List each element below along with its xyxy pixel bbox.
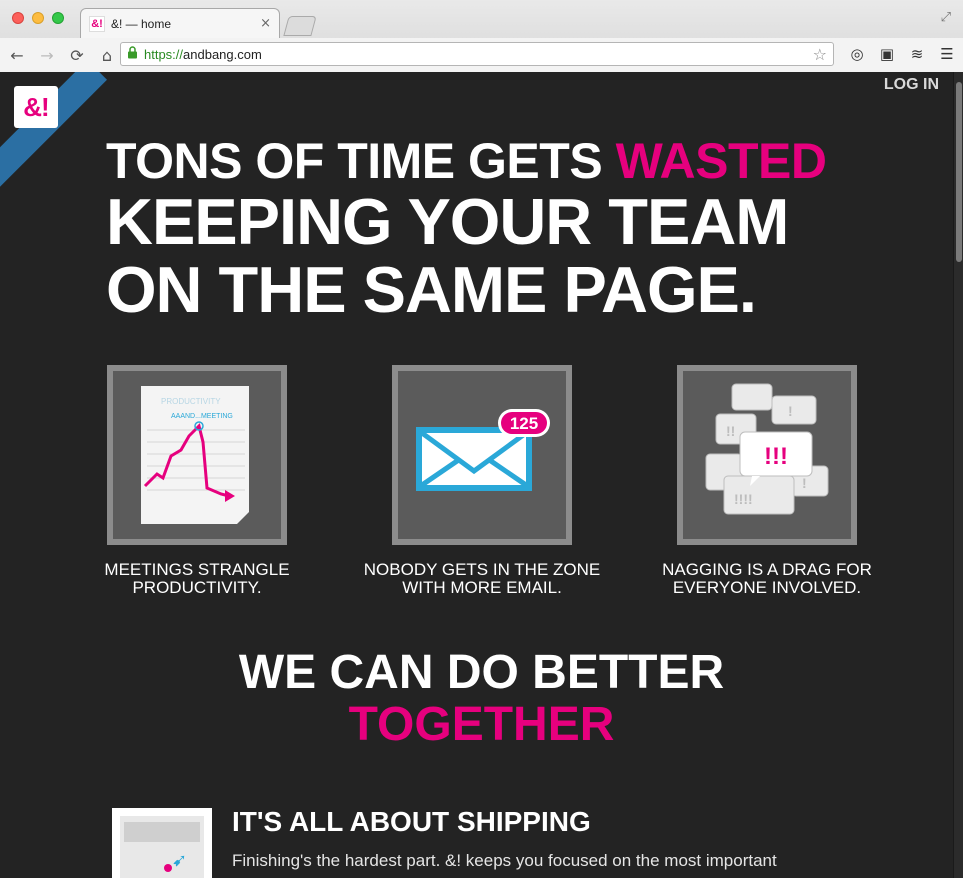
url-text: https://andbang.com [144, 46, 262, 62]
browser-toolbar: ← → ⟳ ⌂ https://andbang.com ☆ ◎ ▣ ≋ ☰ [0, 38, 963, 72]
andbang-logo[interactable]: &! [14, 86, 58, 128]
back-button[interactable]: ← [4, 42, 30, 68]
extension-icons: ◎ ▣ ≋ ☰ [847, 42, 957, 66]
reload-button[interactable]: ⟳ [64, 42, 90, 68]
hero-wasted-highlight: WASTED [615, 133, 827, 189]
login-link[interactable]: LOG IN [884, 76, 939, 94]
svg-text:!!!: !!! [764, 443, 788, 470]
forward-button[interactable]: → [34, 42, 60, 68]
extension-evernote-icon[interactable]: ▣ [877, 42, 897, 66]
page-content: &! LOG IN TONS OF TIME GETS WASTED KEEPI… [0, 72, 953, 878]
tab-title: &! — home [111, 16, 172, 31]
bookmark-star-icon[interactable]: ☆ [813, 45, 827, 64]
fullscreen-icon[interactable]: ⤢ [941, 10, 951, 25]
tagline-line-2: TOGETHER [348, 698, 615, 751]
svg-text:PRODUCTIVITY: PRODUCTIVITY [161, 397, 221, 406]
shipping-description: Finishing's the hardest part. &! keeps y… [232, 851, 777, 870]
menu-icon[interactable]: ☰ [937, 42, 957, 66]
close-window-button[interactable] [12, 12, 24, 24]
zoom-window-button[interactable] [52, 12, 64, 24]
hero-headline: TONS OF TIME GETS WASTED KEEPING YOUR TE… [106, 134, 866, 324]
tab-close-icon[interactable]: × [260, 16, 271, 31]
window-controls [12, 12, 64, 24]
tagline: WE CAN DO BETTER TOGETHER [0, 647, 953, 751]
svg-text:125: 125 [510, 414, 538, 433]
svg-text:!: ! [788, 403, 793, 419]
email-illustration: 125 [392, 365, 572, 545]
scrollbar-thumb[interactable] [956, 82, 962, 262]
speech-bubbles-icon: ! !! !!!! ! !!! [705, 383, 829, 515]
page-scrollbar[interactable] [953, 72, 963, 878]
browser-tab[interactable]: &! &! — home × [80, 8, 280, 38]
browser-chrome: &! &! — home × ⤢ ← → ⟳ ⌂ https://andbang… [0, 0, 963, 72]
feature-email: 125 NOBODY GETS IN THE ZONE WITH MORE EM… [352, 365, 612, 597]
hero-line-2: KEEPING YOUR TEAM [106, 185, 789, 258]
svg-text:!: ! [802, 475, 807, 491]
feature-meetings: PRODUCTIVITY AAAND...MEETING MEETINGS ST… [67, 365, 327, 597]
hero-line-3: ON THE SAME PAGE. [106, 253, 757, 326]
productivity-chart-icon: PRODUCTIVITY AAAND...MEETING [141, 386, 249, 524]
lock-icon [127, 46, 138, 62]
hero-line-1: TONS OF TIME GETS WASTED [106, 133, 827, 189]
new-tab-button[interactable] [283, 16, 317, 36]
minimize-window-button[interactable] [32, 12, 44, 24]
shipping-screenshot-thumbnail: ➹ [112, 808, 212, 878]
feature-email-caption: NOBODY GETS IN THE ZONE WITH MORE EMAIL. [363, 560, 601, 597]
extension-sync-icon[interactable]: ◎ [847, 42, 867, 66]
svg-text:!!: !! [726, 423, 735, 439]
feature-meetings-caption: MEETINGS STRANGLE PRODUCTIVITY. [104, 560, 290, 597]
svg-text:AAAND...MEETING: AAAND...MEETING [171, 413, 233, 420]
nagging-illustration: ! !! !!!! ! !!! [677, 365, 857, 545]
svg-text:!!!!: !!!! [734, 491, 753, 507]
extension-buffer-icon[interactable]: ≋ [907, 42, 927, 66]
home-button[interactable]: ⌂ [94, 42, 120, 68]
favicon-icon: &! [89, 15, 105, 32]
feature-nagging-caption: NAGGING IS A DRAG FOR EVERYONE INVOLVED. [662, 560, 872, 597]
email-envelope-icon: 125 [416, 409, 550, 491]
tagline-line-1: WE CAN DO BETTER [238, 646, 725, 699]
shipping-heading: IT'S ALL ABOUT SHIPPING [232, 806, 591, 837]
feature-nagging: ! !! !!!! ! !!! NAGGING IS A DRAG FOR EV… [637, 365, 897, 597]
address-bar[interactable]: https://andbang.com ☆ [120, 42, 834, 66]
meetings-illustration: PRODUCTIVITY AAAND...MEETING [107, 365, 287, 545]
rocket-icon: ➹ [172, 850, 188, 871]
